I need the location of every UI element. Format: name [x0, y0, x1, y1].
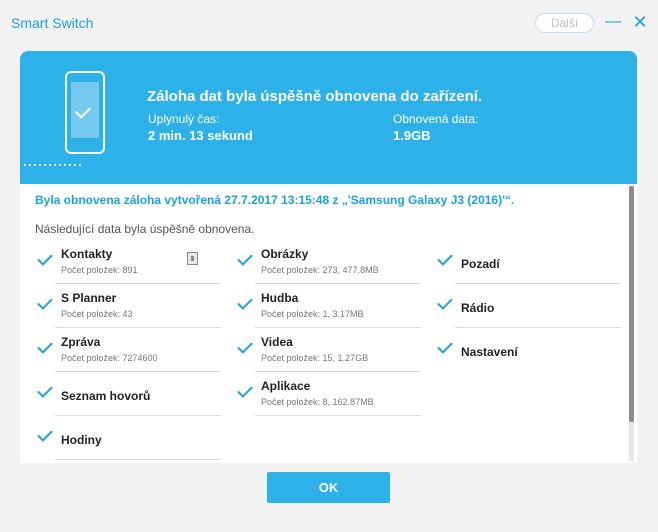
result-title: Záloha dat byla úspěšně obnovena do zaří…: [147, 88, 483, 105]
item-name: Zpráva: [61, 335, 101, 349]
item-detail: Počet položek: 891: [61, 265, 138, 275]
item-name: Rádio: [461, 301, 495, 315]
list-item-pozadi: Pozadí: [435, 240, 621, 284]
list-item-kontakty: Kontakty Počet položek: 891: [35, 240, 221, 284]
next-button[interactable]: Další: [535, 13, 594, 33]
item-name: Kontakty: [61, 247, 113, 261]
item-name: Hudba: [261, 291, 299, 305]
checkmark-icon: [37, 294, 53, 310]
item-name: Hodiny: [61, 433, 102, 447]
restored-label: Obnovená data:: [393, 112, 479, 126]
restored-value: 1.9GB: [393, 128, 431, 143]
checkmark-icon: [237, 294, 253, 310]
progress-dots: [24, 164, 82, 166]
phone-icon: [65, 71, 105, 154]
checkmark-icon: [37, 382, 53, 398]
vertical-scrollbar[interactable]: [629, 186, 634, 461]
list-item-videa: Videa Počet položek: 15, 1.27GB: [235, 328, 421, 372]
checkmark-icon: [437, 338, 453, 354]
close-icon[interactable]: ✕: [632, 13, 648, 31]
checkmark-icon: [37, 338, 53, 354]
backup-source-text: Byla obnovena záloha vytvořená 27.7.2017…: [35, 193, 515, 207]
checkmark-icon: [37, 250, 53, 266]
scrollbar-thumb[interactable]: [629, 186, 634, 422]
ok-button[interactable]: OK: [267, 472, 390, 503]
restored-items-list: Byla obnovena záloha vytvořená 27.7.2017…: [20, 184, 637, 463]
footer-bar: OK: [20, 463, 637, 520]
list-item-seznam-hovoru: Seznam hovorů: [35, 372, 221, 416]
item-name: Obrázky: [261, 247, 309, 261]
restore-note: Následující data byla úspěšně obnovena.: [35, 222, 255, 236]
list-item-hodiny: Hodiny: [35, 416, 221, 460]
item-name: Videa: [261, 335, 293, 349]
list-item-radio: Rádio: [435, 284, 621, 328]
sim-card-icon: [187, 252, 198, 265]
result-header: Záloha dat byla úspěšně obnovena do zaří…: [20, 51, 637, 184]
elapsed-label: Uplynulý čas:: [148, 112, 220, 126]
item-detail: Počet položek: 1, 3.17MB: [261, 309, 364, 319]
item-detail: Počet položek: 8, 162.87MB: [261, 397, 374, 407]
checkmark-icon: [437, 250, 453, 266]
checkmark-icon: [37, 426, 53, 442]
list-item-obrazky: Obrázky Počet položek: 273, 477.8MB: [235, 240, 421, 284]
list-item-hudba: Hudba Počet položek: 1, 3.17MB: [235, 284, 421, 328]
list-item-aplikace: Aplikace Počet položek: 8, 162.87MB: [235, 372, 421, 416]
elapsed-value: 2 min. 13 sekund: [148, 128, 253, 143]
checkmark-icon: [437, 294, 453, 310]
checkmark-icon: [237, 338, 253, 354]
item-detail: Počet položek: 7274600: [61, 353, 158, 363]
item-name: Seznam hovorů: [61, 389, 151, 403]
restore-result-panel: Záloha dat byla úspěšně obnovena do zaří…: [20, 51, 637, 520]
item-detail: Počet položek: 43: [61, 309, 133, 319]
item-name: Pozadí: [461, 257, 500, 271]
checkmark-icon: [237, 382, 253, 398]
list-item-zprava: Zpráva Počet položek: 7274600: [35, 328, 221, 372]
item-detail: Počet položek: 15, 1.27GB: [261, 353, 369, 363]
item-name: S Planner: [61, 291, 117, 305]
item-name: Aplikace: [261, 379, 311, 393]
item-name: Nastavení: [461, 345, 518, 359]
item-detail: Počet položek: 273, 477.8MB: [261, 265, 379, 275]
list-item-nastaveni: Nastavení: [435, 328, 621, 372]
app-title: Smart Switch: [11, 15, 94, 31]
minimize-icon[interactable]: —: [605, 14, 621, 30]
checkmark-icon: [237, 250, 253, 266]
list-item-s-planner: S Planner Počet položek: 43: [35, 284, 221, 328]
title-bar: Smart Switch Další — ✕: [0, 0, 658, 46]
